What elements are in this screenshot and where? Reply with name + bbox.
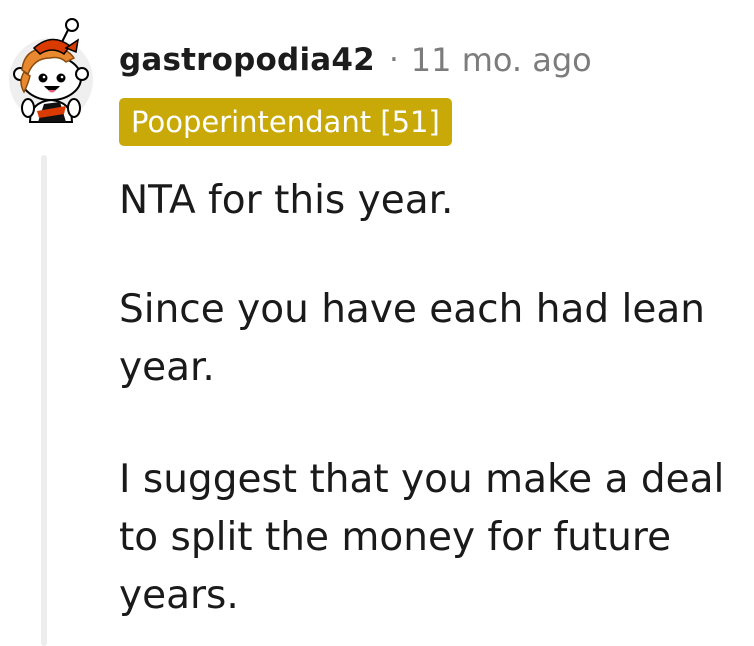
comment-header: gastropodia42 · 11 mo. ago <box>119 38 592 82</box>
username-link[interactable]: gastropodia42 <box>119 42 375 78</box>
comment-paragraph: NTA for this year. <box>119 178 454 223</box>
timestamp-link[interactable]: 11 mo. ago <box>411 41 592 79</box>
comment: gastropodia42 · 11 mo. ago Pooperintenda… <box>0 0 754 646</box>
separator-dot: · <box>388 42 399 78</box>
comment-paragraph: I suggest that you make a deal to split … <box>119 457 725 618</box>
user-flair: Pooperintendant [51] <box>119 98 452 146</box>
snoo-avatar-icon[interactable] <box>4 18 98 128</box>
thread-line[interactable] <box>41 155 47 646</box>
comment-paragraph: Since you have each had lean year. <box>119 287 705 390</box>
